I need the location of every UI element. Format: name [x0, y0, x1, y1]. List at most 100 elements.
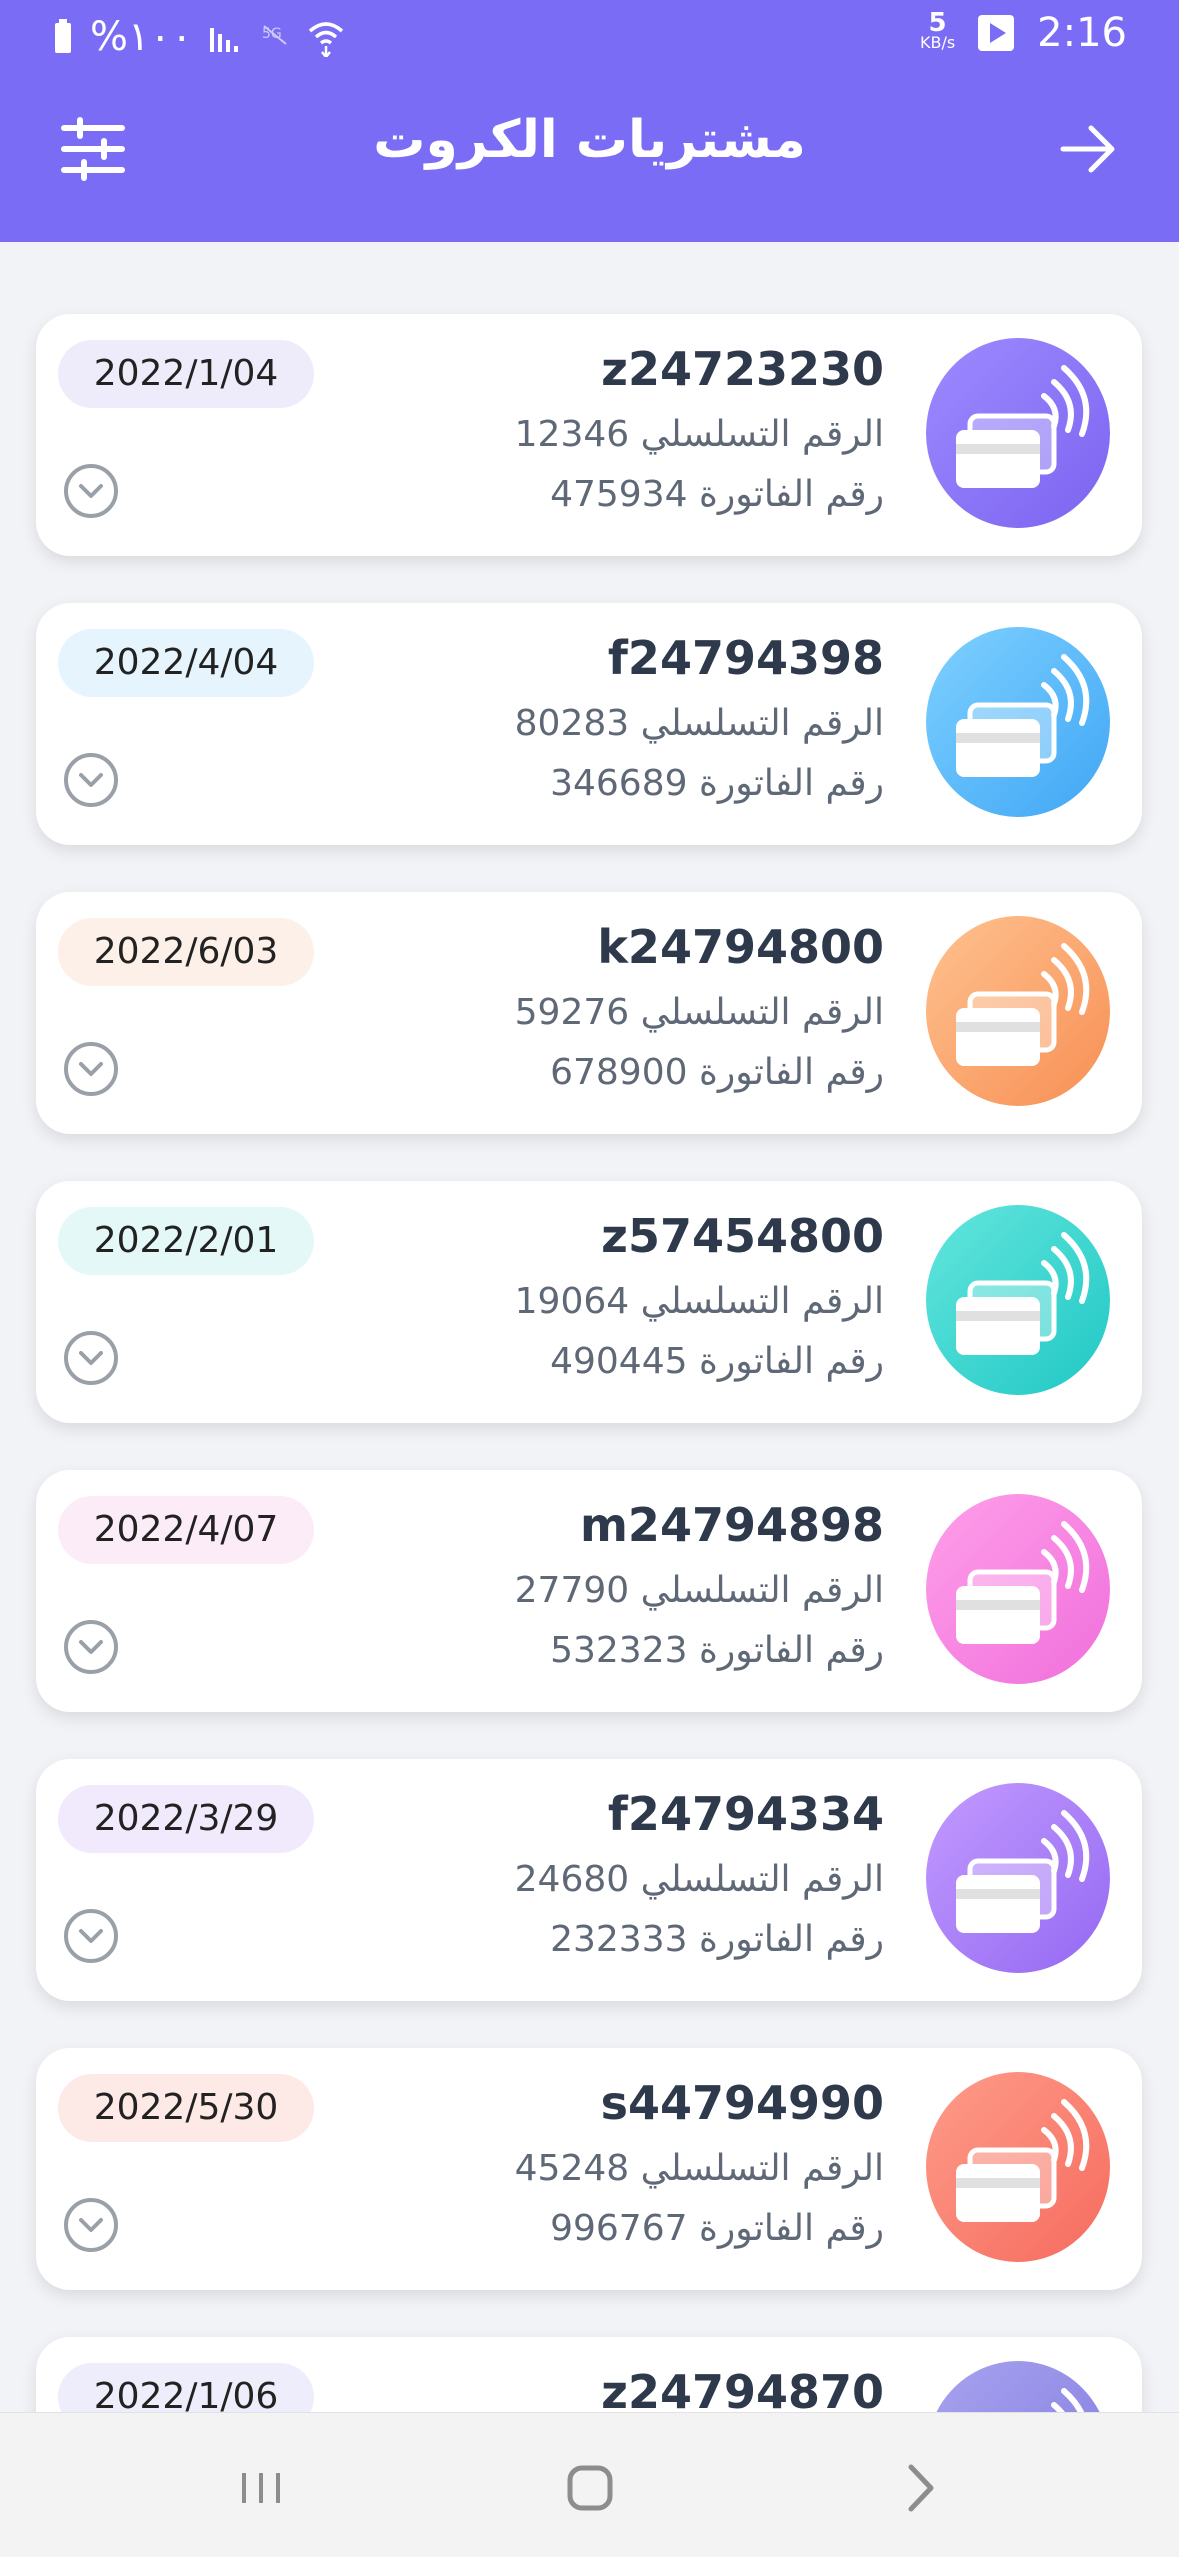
contactless-card-icon: [926, 1205, 1110, 1395]
card-code: z24723230: [601, 342, 884, 396]
network-type-icon: 5G: [262, 25, 288, 45]
invoice-label: رقم الفاتورة: [698, 1630, 884, 1671]
card-code: f24794398: [607, 631, 884, 685]
signal-icon: [210, 28, 239, 52]
purchase-card[interactable]: f24794398 الرقم التسلسلي 80283 رقم الفات…: [36, 603, 1142, 845]
invoice-value: 475934: [550, 474, 688, 515]
contactless-card-icon: [926, 1783, 1110, 1973]
date-badge: 2022/4/04: [58, 629, 314, 697]
serial-value: 19064: [514, 1281, 630, 1322]
purchase-card[interactable]: k24794800 الرقم التسلسلي 59276 رقم الفات…: [36, 892, 1142, 1134]
invoice-value: 532323: [550, 1630, 688, 1671]
status-bar: %١٠٠ 5G 5 KB/s 2:16: [0, 0, 1179, 78]
contactless-card-icon: [926, 2361, 1110, 2412]
system-nav-bar: [0, 2412, 1179, 2557]
contactless-card-icon: [926, 1494, 1110, 1684]
invoice-number: رقم الفاتورة 475934: [550, 474, 884, 515]
svg-text:5G: 5G: [262, 26, 282, 42]
chevron-down-circle-icon[interactable]: [62, 1907, 120, 1965]
purchase-card[interactable]: m24794898 الرقم التسلسلي 27790 رقم الفات…: [36, 1470, 1142, 1712]
invoice-label: رقم الفاتورة: [698, 1919, 884, 1960]
chevron-down-circle-icon[interactable]: [62, 1329, 120, 1387]
clock: 2:16: [1037, 10, 1127, 56]
battery-icon: [55, 19, 71, 53]
serial-label: الرقم التسلسلي: [640, 992, 884, 1033]
app-header: مشتريات الكروت: [0, 78, 1179, 242]
invoice-label: رقم الفاتورة: [698, 2208, 884, 2249]
network-speed-value: 5: [928, 8, 947, 38]
contactless-card-icon: [926, 2072, 1110, 2262]
serial-label: الرقم التسلسلي: [640, 414, 884, 455]
card-code: s44794990: [600, 2076, 884, 2130]
chevron-down-circle-icon[interactable]: [62, 462, 120, 520]
purchase-card[interactable]: z24723230 الرقم التسلسلي 12346 رقم الفات…: [36, 314, 1142, 556]
invoice-value: 678900: [550, 1052, 688, 1093]
contactless-card-icon: [926, 627, 1110, 817]
date-badge: 2022/1/06: [58, 2363, 314, 2412]
invoice-label: رقم الفاتورة: [698, 1341, 884, 1382]
serial-value: 45248: [514, 2148, 630, 2189]
invoice-number: رقم الفاتورة 490445: [550, 1341, 884, 1382]
serial-value: 59276: [514, 992, 630, 1033]
battery-percent: %١٠٠: [90, 14, 193, 60]
serial-number: الرقم التسلسلي 59276: [515, 992, 884, 1033]
serial-value: 12346: [514, 414, 630, 455]
arrow-right-icon[interactable]: [1055, 116, 1121, 182]
invoice-number: رقم الفاتورة 678900: [550, 1052, 884, 1093]
invoice-number: رقم الفاتورة 532323: [550, 1630, 884, 1671]
home-icon[interactable]: [555, 2453, 625, 2523]
back-nav-icon[interactable]: [885, 2453, 955, 2523]
purchase-card[interactable]: f24794334 الرقم التسلسلي 24680 رقم الفات…: [36, 1759, 1142, 2001]
serial-label: الرقم التسلسلي: [640, 1859, 884, 1900]
date-badge: 2022/5/30: [58, 2074, 314, 2142]
contactless-card-icon: [926, 338, 1110, 528]
recent-apps-icon[interactable]: [226, 2453, 296, 2523]
date-badge: 2022/2/01: [58, 1207, 314, 1275]
serial-number: الرقم التسلسلي 19064: [515, 1281, 884, 1322]
chevron-down-circle-icon[interactable]: [62, 2196, 120, 2254]
date-badge: 2022/4/07: [58, 1496, 314, 1564]
date-badge: 2022/6/03: [58, 918, 314, 986]
date-badge: 2022/1/04: [58, 340, 314, 408]
invoice-label: رقم الفاتورة: [698, 474, 884, 515]
date-badge: 2022/3/29: [58, 1785, 314, 1853]
page-title: مشتريات الكروت: [373, 110, 806, 170]
chevron-down-circle-icon[interactable]: [62, 751, 120, 809]
card-code: f24794334: [607, 1787, 884, 1841]
purchase-card[interactable]: z24794870 2022/1/06: [36, 2337, 1142, 2412]
serial-value: 24680: [514, 1859, 630, 1900]
serial-number: الرقم التسلسلي 24680: [515, 1859, 884, 1900]
status-left: %١٠٠ 5G: [52, 14, 346, 60]
invoice-value: 490445: [550, 1341, 688, 1382]
card-code: m24794898: [580, 1498, 884, 1552]
serial-value: 27790: [514, 1570, 630, 1611]
serial-number: الرقم التسلسلي 45248: [515, 2148, 884, 2189]
network-speed-unit: KB/s: [919, 33, 956, 52]
serial-label: الرقم التسلسلي: [640, 703, 884, 744]
play-store-icon: [978, 15, 1015, 51]
wifi-icon: [309, 22, 344, 57]
purchase-card[interactable]: s44794990 الرقم التسلسلي 45248 رقم الفات…: [36, 2048, 1142, 2290]
serial-label: الرقم التسلسلي: [640, 1570, 884, 1611]
purchases-list[interactable]: z24723230 الرقم التسلسلي 12346 رقم الفات…: [0, 242, 1179, 2412]
invoice-number: رقم الفاتورة 232333: [550, 1919, 884, 1960]
invoice-value: 346689: [550, 763, 688, 804]
invoice-label: رقم الفاتورة: [698, 763, 884, 804]
invoice-value: 232333: [550, 1919, 688, 1960]
chevron-down-circle-icon[interactable]: [62, 1040, 120, 1098]
card-code: z57454800: [601, 1209, 884, 1263]
network-speed: 5 KB/s: [919, 8, 956, 53]
contactless-card-icon: [926, 916, 1110, 1106]
purchase-card[interactable]: z57454800 الرقم التسلسلي 19064 رقم الفات…: [36, 1181, 1142, 1423]
status-right: 5 KB/s 2:16: [920, 10, 1127, 56]
serial-number: الرقم التسلسلي 12346: [515, 414, 884, 455]
invoice-value: 996767: [550, 2208, 688, 2249]
card-code: z24794870: [601, 2365, 884, 2412]
chevron-down-circle-icon[interactable]: [62, 1618, 120, 1676]
invoice-number: رقم الفاتورة 346689: [550, 763, 884, 804]
serial-label: الرقم التسلسلي: [640, 1281, 884, 1322]
invoice-number: رقم الفاتورة 996767: [550, 2208, 884, 2249]
serial-value: 80283: [514, 703, 630, 744]
serial-number: الرقم التسلسلي 27790: [515, 1570, 884, 1611]
card-code: k24794800: [597, 920, 884, 974]
